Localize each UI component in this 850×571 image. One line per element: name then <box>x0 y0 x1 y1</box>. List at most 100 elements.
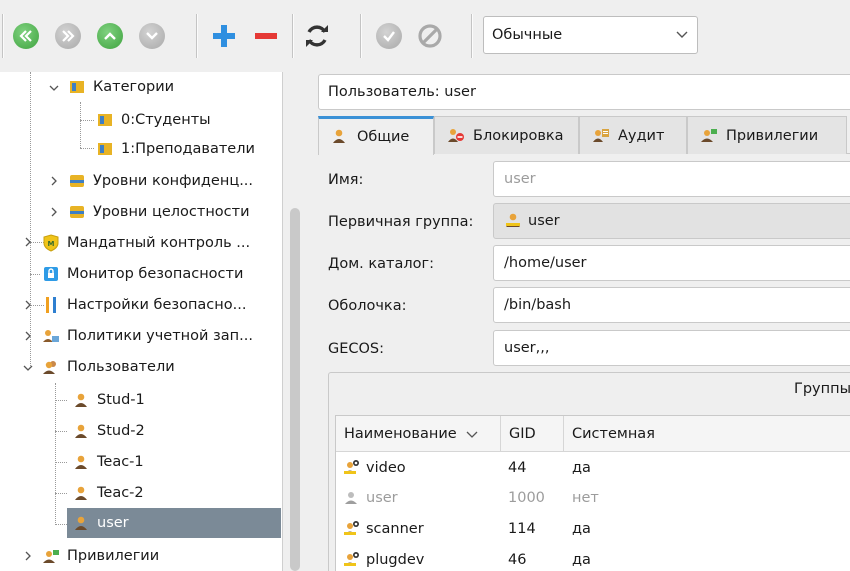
groups-title: Группы <box>794 381 850 397</box>
expander-open-icon[interactable] <box>22 362 34 374</box>
shell-value: /bin/bash <box>504 297 572 313</box>
tree-item-label: 0:Студенты <box>121 112 211 128</box>
tree-item-category-1[interactable]: 1:Преподаватели <box>96 134 255 164</box>
expander-closed-icon[interactable] <box>48 206 60 218</box>
shell-field[interactable]: /bin/bash <box>493 287 850 323</box>
gecos-field[interactable]: user,,, <box>493 330 850 366</box>
user-icon <box>72 422 90 440</box>
levels-icon <box>68 172 86 190</box>
remove-button[interactable] <box>252 22 280 50</box>
table-row-name[interactable]: plugdev <box>342 545 424 571</box>
primary-group-label: Первичная группа: <box>328 214 474 230</box>
group-system: нет <box>572 490 599 506</box>
apply-button[interactable] <box>375 22 403 50</box>
sort-down-icon <box>466 431 478 438</box>
tab-label: Аудит <box>618 127 665 144</box>
expander-closed-icon[interactable] <box>22 299 34 311</box>
tree-guide <box>30 274 40 275</box>
tab-general[interactable]: Общие <box>318 116 434 155</box>
refresh-button[interactable] <box>303 22 331 50</box>
user-title: Пользователь: user <box>328 84 476 100</box>
tree-item-security-settings[interactable]: Настройки безопасно... <box>42 290 246 320</box>
tools-icon <box>42 296 60 314</box>
column-header-label: Системная <box>572 425 655 442</box>
toolbar-separator <box>292 14 294 58</box>
expander-closed-icon[interactable] <box>22 550 34 562</box>
column-header-gid[interactable]: GID <box>501 416 564 452</box>
tree-scrollbar[interactable] <box>286 72 306 571</box>
tree-item-users[interactable]: Пользователи <box>42 352 175 382</box>
tree-item-label: user <box>97 515 129 531</box>
add-button[interactable] <box>210 22 238 50</box>
primary-group-field[interactable]: user <box>493 203 850 239</box>
table-row-name[interactable]: user <box>342 483 398 513</box>
toolbar-separator <box>196 14 198 58</box>
tab-label: Привилегии <box>726 127 819 144</box>
expander-open-icon[interactable] <box>48 82 60 94</box>
tree-item-user-stud-2[interactable]: Stud-2 <box>72 416 145 446</box>
tree-item-user-teac-2[interactable]: Teac-2 <box>72 478 144 508</box>
home-dir-field[interactable]: /home/user <box>493 245 850 281</box>
add-icon <box>213 25 235 47</box>
group-gid: 46 <box>508 552 527 568</box>
mode-select[interactable]: Обычные <box>483 16 698 54</box>
tree-guide <box>80 148 94 149</box>
group-name: plugdev <box>366 552 425 568</box>
up-button[interactable] <box>96 22 124 50</box>
group-icon <box>504 212 522 230</box>
tab-lock[interactable]: Блокировка <box>434 116 579 154</box>
details-panel: Пользователь: user Общие Блокировка Ауди… <box>310 72 850 571</box>
expander-closed-icon[interactable] <box>48 175 60 187</box>
column-header-label: GID <box>509 425 536 442</box>
tree-item-user-teac-1[interactable]: Teac-1 <box>72 447 144 477</box>
name-label: Имя: <box>328 172 364 188</box>
tree-item-confidentiality-levels[interactable]: Уровни конфиденц... <box>68 166 253 196</box>
tab-label: Общие <box>357 129 410 145</box>
tree-item-user-stud-1[interactable]: Stud-1 <box>72 385 145 415</box>
tree-item-categories[interactable]: Категории <box>68 72 174 102</box>
tab-audit[interactable]: Аудит <box>579 116 687 154</box>
tree-item-user-user[interactable]: user <box>67 508 281 538</box>
tree-guide <box>30 72 31 366</box>
group-gid: 1000 <box>508 490 545 506</box>
name-field[interactable]: user <box>493 161 850 197</box>
expander-closed-icon[interactable] <box>22 236 34 248</box>
name-value: user <box>504 171 536 187</box>
group-system: да <box>572 460 591 476</box>
tree-item-integrity-levels[interactable]: Уровни целостности <box>68 197 250 227</box>
first-icon <box>13 23 39 49</box>
tree-item-account-policies[interactable]: Политики учетной зап... <box>42 321 253 351</box>
tab-privileges[interactable]: Привилегии <box>687 116 847 154</box>
expander-closed-icon[interactable] <box>22 330 34 342</box>
tree-item-label: Настройки безопасно... <box>67 297 247 313</box>
tree-guide <box>55 462 67 463</box>
cancel-button[interactable] <box>416 22 444 50</box>
tree-item-category-0[interactable]: 0:Студенты <box>96 105 211 135</box>
cancel-icon <box>418 24 442 48</box>
user-policy-icon <box>42 327 60 345</box>
tree-item-security-monitor[interactable]: Монитор безопасности <box>42 259 243 289</box>
gecos-value: user,,, <box>504 340 550 356</box>
home-dir-label: Дом. каталог: <box>328 256 434 272</box>
groups-table: Наименование GID Системная video 44 да u… <box>335 415 850 571</box>
first-button[interactable] <box>12 22 40 50</box>
tree-item-label: Stud-1 <box>97 392 145 408</box>
table-row-name[interactable]: video <box>342 453 406 483</box>
levels-icon <box>68 203 86 221</box>
tree-item-privileges[interactable]: Привилегии <box>42 541 159 571</box>
table-row-name[interactable]: scanner <box>342 514 424 544</box>
tree-item-label: 1:Преподаватели <box>121 141 255 157</box>
privileges-icon <box>42 547 60 565</box>
last-button[interactable] <box>54 22 82 50</box>
apply-icon <box>376 23 402 49</box>
tree-guide <box>80 102 81 148</box>
group-icon <box>342 551 360 569</box>
down-button[interactable] <box>138 22 166 50</box>
group-gid: 44 <box>508 460 527 476</box>
column-header-system[interactable]: Системная <box>564 416 850 452</box>
tree-item-mandatory-control[interactable]: M Мандатный контроль ... <box>42 228 250 258</box>
column-header-name[interactable]: Наименование <box>336 416 501 452</box>
tab-bar: Общие Блокировка Аудит Привилегии <box>318 116 850 155</box>
tree-item-label: Монитор безопасности <box>67 266 244 282</box>
scrollbar-thumb[interactable] <box>290 208 300 571</box>
